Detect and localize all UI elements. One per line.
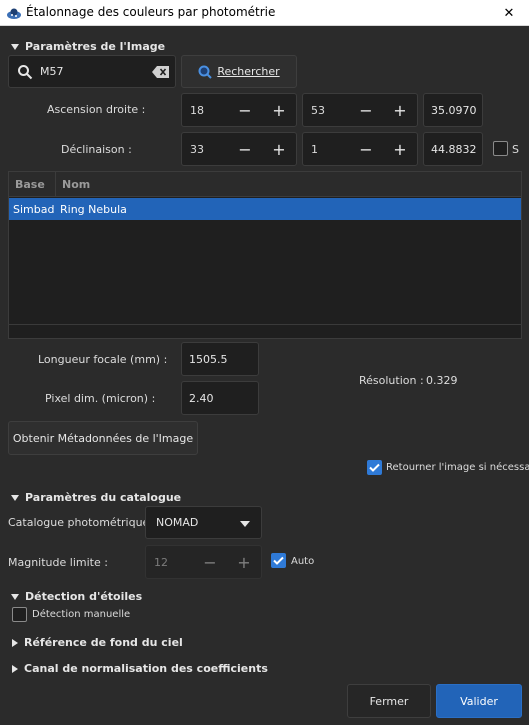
chevron-down-icon [240, 521, 250, 527]
column-header-base[interactable]: Base [9, 172, 56, 196]
ra-hours-spinbox[interactable]: 18 − + [181, 93, 297, 127]
expand-arrow-icon [11, 494, 19, 501]
plus-icon: + [237, 552, 251, 572]
resolution-label: Résolution : [359, 374, 424, 387]
section-title: Canal de normalisation des coefficients [24, 662, 268, 675]
close-window-button[interactable]: ✕ [489, 0, 529, 26]
minus-icon[interactable]: − [349, 94, 383, 126]
catalog-params-header[interactable]: Paramètres du catalogue [11, 491, 181, 504]
dec-seconds-field[interactable]: 44.8832 [423, 132, 483, 166]
table-row[interactable]: Simbad Ring Nebula [9, 198, 521, 220]
search-icon [18, 65, 33, 80]
section-title: Détection d'étoiles [25, 590, 143, 603]
dec-minutes-spinbox[interactable]: 1 − + [302, 132, 418, 166]
dec-label: Déclinaison : [61, 143, 132, 156]
search-input[interactable]: M57 [40, 65, 64, 78]
ra-seconds-field[interactable]: 35.0970 [423, 93, 483, 127]
magnitude-spinbox: 12 − + [145, 545, 262, 579]
window-title: Étalonnage des couleurs par photométrie [26, 5, 276, 19]
row-name: Ring Nebula [60, 202, 127, 216]
catalog-label: Catalogue photométrique : [8, 516, 157, 529]
close-button[interactable]: Fermer [347, 684, 431, 718]
expand-arrow-icon [11, 593, 19, 600]
ra-hours-value[interactable]: 18 [182, 94, 228, 126]
expand-arrow-icon [11, 43, 19, 50]
south-label: S [512, 143, 519, 156]
search-globe-icon [198, 65, 213, 79]
south-checkbox[interactable] [493, 141, 508, 156]
star-detection-header[interactable]: Détection d'étoiles [11, 590, 142, 603]
pixel-size-field[interactable]: 2.40 [181, 381, 259, 415]
flip-image-checkbox[interactable] [367, 460, 382, 475]
manual-detection-checkbox[interactable] [12, 607, 27, 622]
plus-icon[interactable]: + [383, 133, 417, 165]
minus-icon[interactable]: − [228, 94, 262, 126]
dec-degrees-value[interactable]: 33 [182, 133, 228, 165]
object-search-field[interactable]: M57 [8, 55, 176, 88]
focal-length-label: Longueur focale (mm) : [38, 353, 168, 366]
manual-detection-label: Détection manuelle [32, 609, 131, 620]
plus-icon[interactable]: + [383, 94, 417, 126]
plus-icon[interactable]: + [262, 94, 296, 126]
checkmark-icon [273, 556, 284, 565]
minus-icon[interactable]: − [228, 133, 262, 165]
checkmark-icon [369, 463, 380, 472]
column-header-name[interactable]: Nom [56, 172, 521, 196]
close-icon: ✕ [503, 5, 515, 21]
section-title: Référence de fond du ciel [24, 636, 183, 649]
collapsed-arrow-icon [12, 664, 18, 673]
object-results-table[interactable]: Base Nom Simbad Ring Nebula [8, 171, 522, 339]
dec-minutes-value[interactable]: 1 [303, 133, 349, 165]
search-button-label: Rechercher [217, 65, 280, 78]
auto-magnitude-label: Auto [291, 556, 315, 567]
validate-button[interactable]: Valider [436, 684, 522, 718]
get-image-metadata-button[interactable]: Obtenir Métadonnées de l'Image [8, 421, 198, 455]
validate-button-label: Valider [460, 694, 498, 708]
flip-image-label: Retourner l'image si nécessaire [386, 462, 529, 473]
resolution-value: 0.329 [426, 374, 458, 387]
row-base: Simbad [13, 202, 55, 216]
auto-magnitude-checkbox[interactable] [271, 553, 286, 568]
ra-minutes-value[interactable]: 53 [303, 94, 349, 126]
catalog-select[interactable]: NOMAD [145, 506, 262, 539]
plus-icon[interactable]: + [262, 133, 296, 165]
collapsed-arrow-icon [12, 638, 18, 647]
section-title: Paramètres de l'Image [25, 40, 166, 53]
table-header: Base Nom [9, 172, 521, 197]
pixel-size-label: Pixel dim. (micron) : [45, 392, 156, 405]
clear-icon[interactable] [152, 66, 169, 78]
minus-icon[interactable]: − [349, 133, 383, 165]
magnitude-label: Magnitude limite : [8, 556, 108, 569]
title-bar: Étalonnage des couleurs par photométrie … [0, 0, 529, 26]
catalog-select-value: NOMAD [156, 516, 199, 529]
section-title: Paramètres du catalogue [25, 491, 182, 504]
ra-label: Ascension droite : [47, 103, 146, 116]
close-button-label: Fermer [369, 694, 409, 708]
normalization-header[interactable]: Canal de normalisation des coefficients [12, 662, 268, 675]
image-params-header[interactable]: Paramètres de l'Image [11, 40, 165, 53]
dec-degrees-spinbox[interactable]: 33 − + [181, 132, 297, 166]
minus-icon: − [203, 552, 217, 572]
divider [8, 324, 522, 325]
ra-minutes-spinbox[interactable]: 53 − + [302, 93, 418, 127]
sky-background-header[interactable]: Référence de fond du ciel [12, 636, 183, 649]
app-icon [6, 5, 22, 21]
magnitude-value: 12 [154, 555, 168, 569]
search-button[interactable]: Rechercher [181, 55, 297, 88]
focal-length-field[interactable]: 1505.5 [181, 342, 259, 376]
